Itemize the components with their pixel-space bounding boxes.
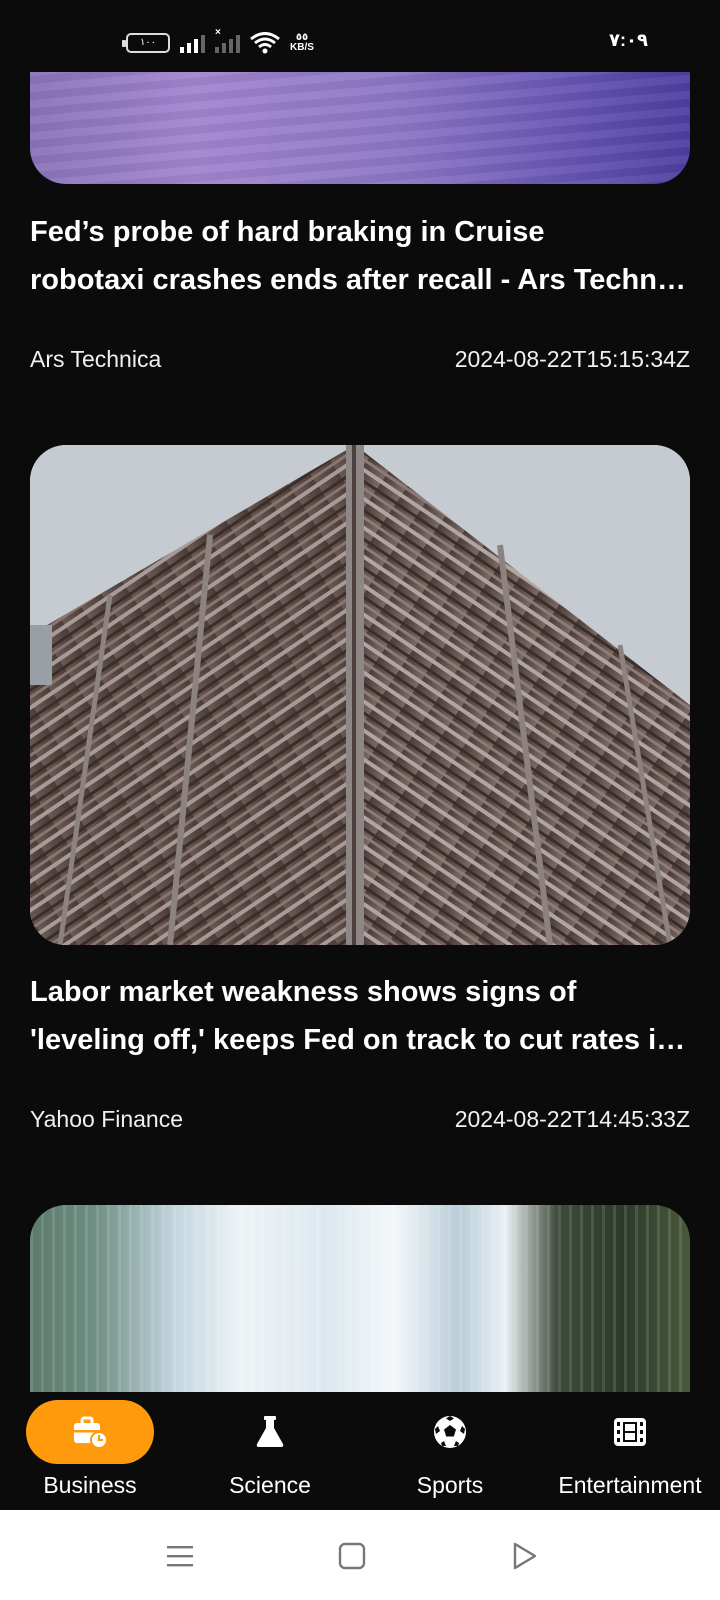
system-navigation-bar [0,1510,720,1600]
article-image[interactable] [30,72,690,184]
battery-icon: ١٠٠ [122,33,170,53]
article-headline[interactable]: Fed’s probe of hard braking in Cruise ro… [30,208,690,304]
wifi-icon [250,32,280,54]
flask-icon [256,1416,284,1447]
news-feed[interactable]: Fed’s probe of hard braking in Cruise ro… [0,72,720,1392]
article-headline-line: Labor market weakness shows signs of [30,976,577,1008]
article-meta: Ars Technica 2024-08-22T15:15:34Z [30,346,690,376]
article-image[interactable] [30,1205,690,1392]
home-icon[interactable] [336,1540,368,1572]
nav-science[interactable]: Science [180,1392,360,1510]
back-icon[interactable] [508,1540,540,1572]
article-date: 2024-08-22T14:45:33Z [454,1106,690,1132]
signal-icon [180,33,205,53]
article-headline-line: robotaxi crashes ends after recall - Ars… [30,264,690,296]
nav-label: Sports [416,1472,484,1498]
building-photo [30,445,690,945]
status-icons: ١٠٠ × ٥٥ KB/S [122,27,314,54]
soccer-ball-icon [434,1416,466,1448]
nav-label: Business [43,1472,137,1498]
article-source: Yahoo Finance [30,1106,184,1132]
article-headline[interactable]: Labor market weakness shows signs of 'le… [30,968,690,1064]
briefcase-clock-icon [74,1416,108,1449]
signal-no-sim-icon: × [215,27,240,53]
article-date: 2024-08-22T15:15:34Z [454,346,690,372]
nav-business[interactable]: Business [0,1392,180,1510]
article-headline-line: Fed’s probe of hard braking in Cruise [30,216,545,248]
nav-entertainment[interactable]: Entertainment [540,1392,720,1510]
bottom-navigation: Business Science Sports Entertainment [0,1392,720,1510]
no-signal-x-icon: × [215,27,221,38]
menu-icon[interactable] [164,1540,196,1572]
network-speed-unit: KB/S [290,42,314,53]
nav-sports[interactable]: Sports [360,1392,540,1510]
status-time: ٧:٠٩ [609,30,648,50]
nav-label: Entertainment [558,1472,702,1498]
article-meta: Yahoo Finance 2024-08-22T14:45:33Z [30,1106,690,1136]
article-headline-line: 'leveling off,' keeps Fed on track to cu… [30,1024,690,1056]
network-speed: ٥٥ KB/S [290,33,314,53]
nav-label: Science [229,1472,311,1498]
article-source: Ars Technica [30,346,162,372]
film-icon [614,1418,646,1446]
article-image[interactable] [30,445,690,945]
status-bar: ١٠٠ × ٥٥ KB/S ٧:٠٩ [0,0,720,72]
